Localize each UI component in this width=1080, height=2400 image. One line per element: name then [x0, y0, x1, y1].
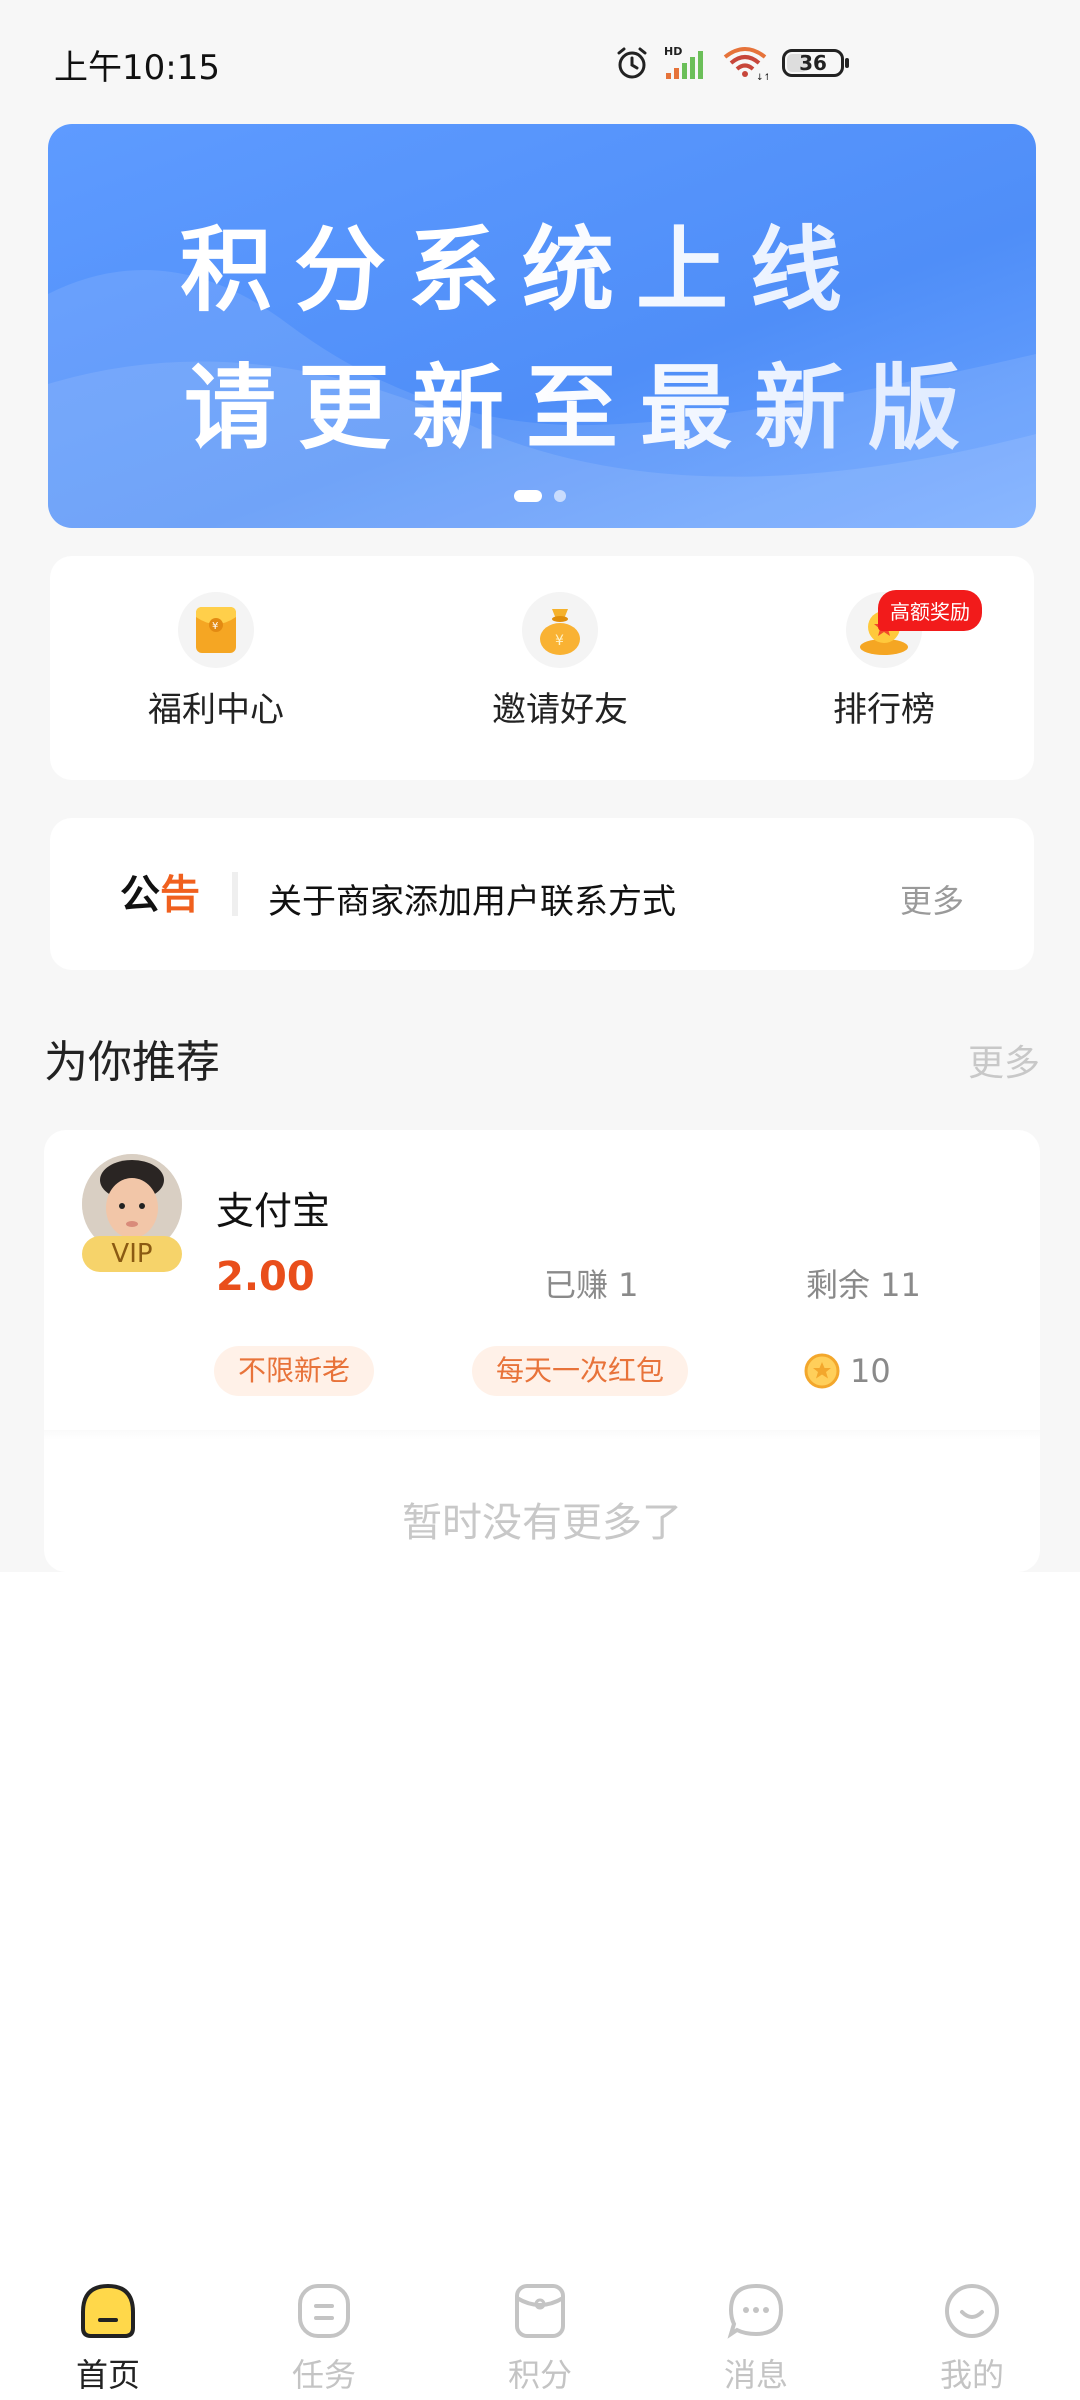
wifi-icon: ↓↑: [723, 47, 768, 81]
status-bar: 上午10:15 HD ↓↑ 36: [0, 0, 1080, 120]
battery-icon: 36: [782, 49, 849, 77]
nav-label: 消息: [723, 2356, 788, 2394]
battery-level: 36: [799, 51, 827, 75]
recommend-title: 为你推荐: [44, 1037, 220, 1088]
menu-label: 排行榜: [833, 690, 935, 730]
coin-amount: 10: [850, 1352, 891, 1390]
task-name: 支付宝: [216, 1189, 331, 1233]
svg-text:↓↑: ↓↑: [756, 73, 768, 81]
announcement-card[interactable]: 公告 关于商家添加用户联系方式 更多: [50, 818, 1034, 970]
alarm-icon: [617, 47, 647, 79]
task-tag: 每天一次红包: [472, 1346, 689, 1396]
icon-circle: ¥: [522, 592, 598, 668]
high-reward-badge: 高额奖励: [878, 590, 982, 631]
message-icon: [727, 2283, 784, 2339]
promo-banner[interactable]: 积分系统上线 请更新至最新版: [48, 124, 1036, 528]
money-bag-icon: ¥: [540, 609, 580, 655]
coin-icon: [804, 1353, 840, 1389]
nav-label: 首页: [75, 2356, 140, 2394]
task-tag: 不限新老: [214, 1346, 375, 1396]
status-time: 上午10:15: [54, 48, 220, 88]
vip-badge: VIP: [82, 1236, 182, 1272]
nav-label: 积分: [507, 2356, 572, 2394]
recommend-more-link[interactable]: 更多: [968, 1034, 1040, 1086]
task-remaining: 剩余 11: [806, 1266, 921, 1304]
red-envelope-icon: ¥: [196, 607, 236, 653]
announcement-divider: [232, 872, 238, 916]
menu-label: 福利中心: [148, 690, 284, 730]
svg-text:HD: HD: [664, 45, 682, 58]
no-more-text: 暂时没有更多了: [402, 1500, 682, 1546]
icon-circle: ¥: [178, 592, 254, 668]
announcement-more-link[interactable]: 更多: [900, 876, 964, 922]
task-earned: 已赚 1: [544, 1266, 639, 1304]
banner-pagination: [514, 490, 566, 502]
quick-menu-card: ¥ 福利中心 ¥ 邀请好友 排行榜 高额奖励: [50, 556, 1034, 780]
nav-tab-profile[interactable]: 我的: [902, 2280, 1042, 2396]
announcement-logo: 公告: [120, 872, 200, 918]
banner-title-line2: 请更新至最新版: [48, 334, 1036, 467]
announcement-logo-char1: 公告: [120, 872, 200, 918]
profile-icon: [945, 2284, 999, 2338]
card-divider: [44, 1430, 1040, 1440]
status-icons: HD ↓↑ 36: [614, 40, 849, 86]
hd-signal-icon: HD: [664, 45, 703, 79]
nav-tab-points[interactable]: 积分: [470, 2280, 610, 2396]
svg-text:¥: ¥: [212, 621, 218, 632]
nav-label: 任务: [291, 2356, 356, 2394]
recommend-card[interactable]: VIP 支付宝 2.00 已赚 1 剩余 11 不限新老 每天一次红包 10 暂…: [44, 1130, 1040, 1572]
announcement-text[interactable]: 关于商家添加用户联系方式: [268, 874, 676, 923]
bottom-navigation: 首页 任务 积分 消息 我的: [0, 2260, 1080, 2400]
pagination-dot[interactable]: [554, 490, 566, 502]
nav-tab-task[interactable]: 任务: [254, 2280, 394, 2396]
coin-reward: 10: [804, 1352, 891, 1390]
pagination-dot-active[interactable]: [514, 490, 542, 502]
task-icon: [298, 2284, 350, 2338]
menu-item-invite[interactable]: ¥ 邀请好友: [460, 592, 660, 731]
nav-tab-messages[interactable]: 消息: [686, 2280, 826, 2396]
menu-label: 邀请好友: [492, 690, 628, 730]
nav-tab-home[interactable]: 首页: [38, 2280, 178, 2396]
home-icon: [81, 2283, 135, 2338]
points-icon: [515, 2284, 565, 2338]
banner-title-line1: 积分系统上线: [48, 196, 1036, 329]
nav-label: 我的: [939, 2356, 1004, 2394]
svg-text:¥: ¥: [555, 633, 564, 649]
task-price: 2.00: [216, 1254, 315, 1300]
menu-item-welfare[interactable]: ¥ 福利中心: [116, 592, 316, 731]
